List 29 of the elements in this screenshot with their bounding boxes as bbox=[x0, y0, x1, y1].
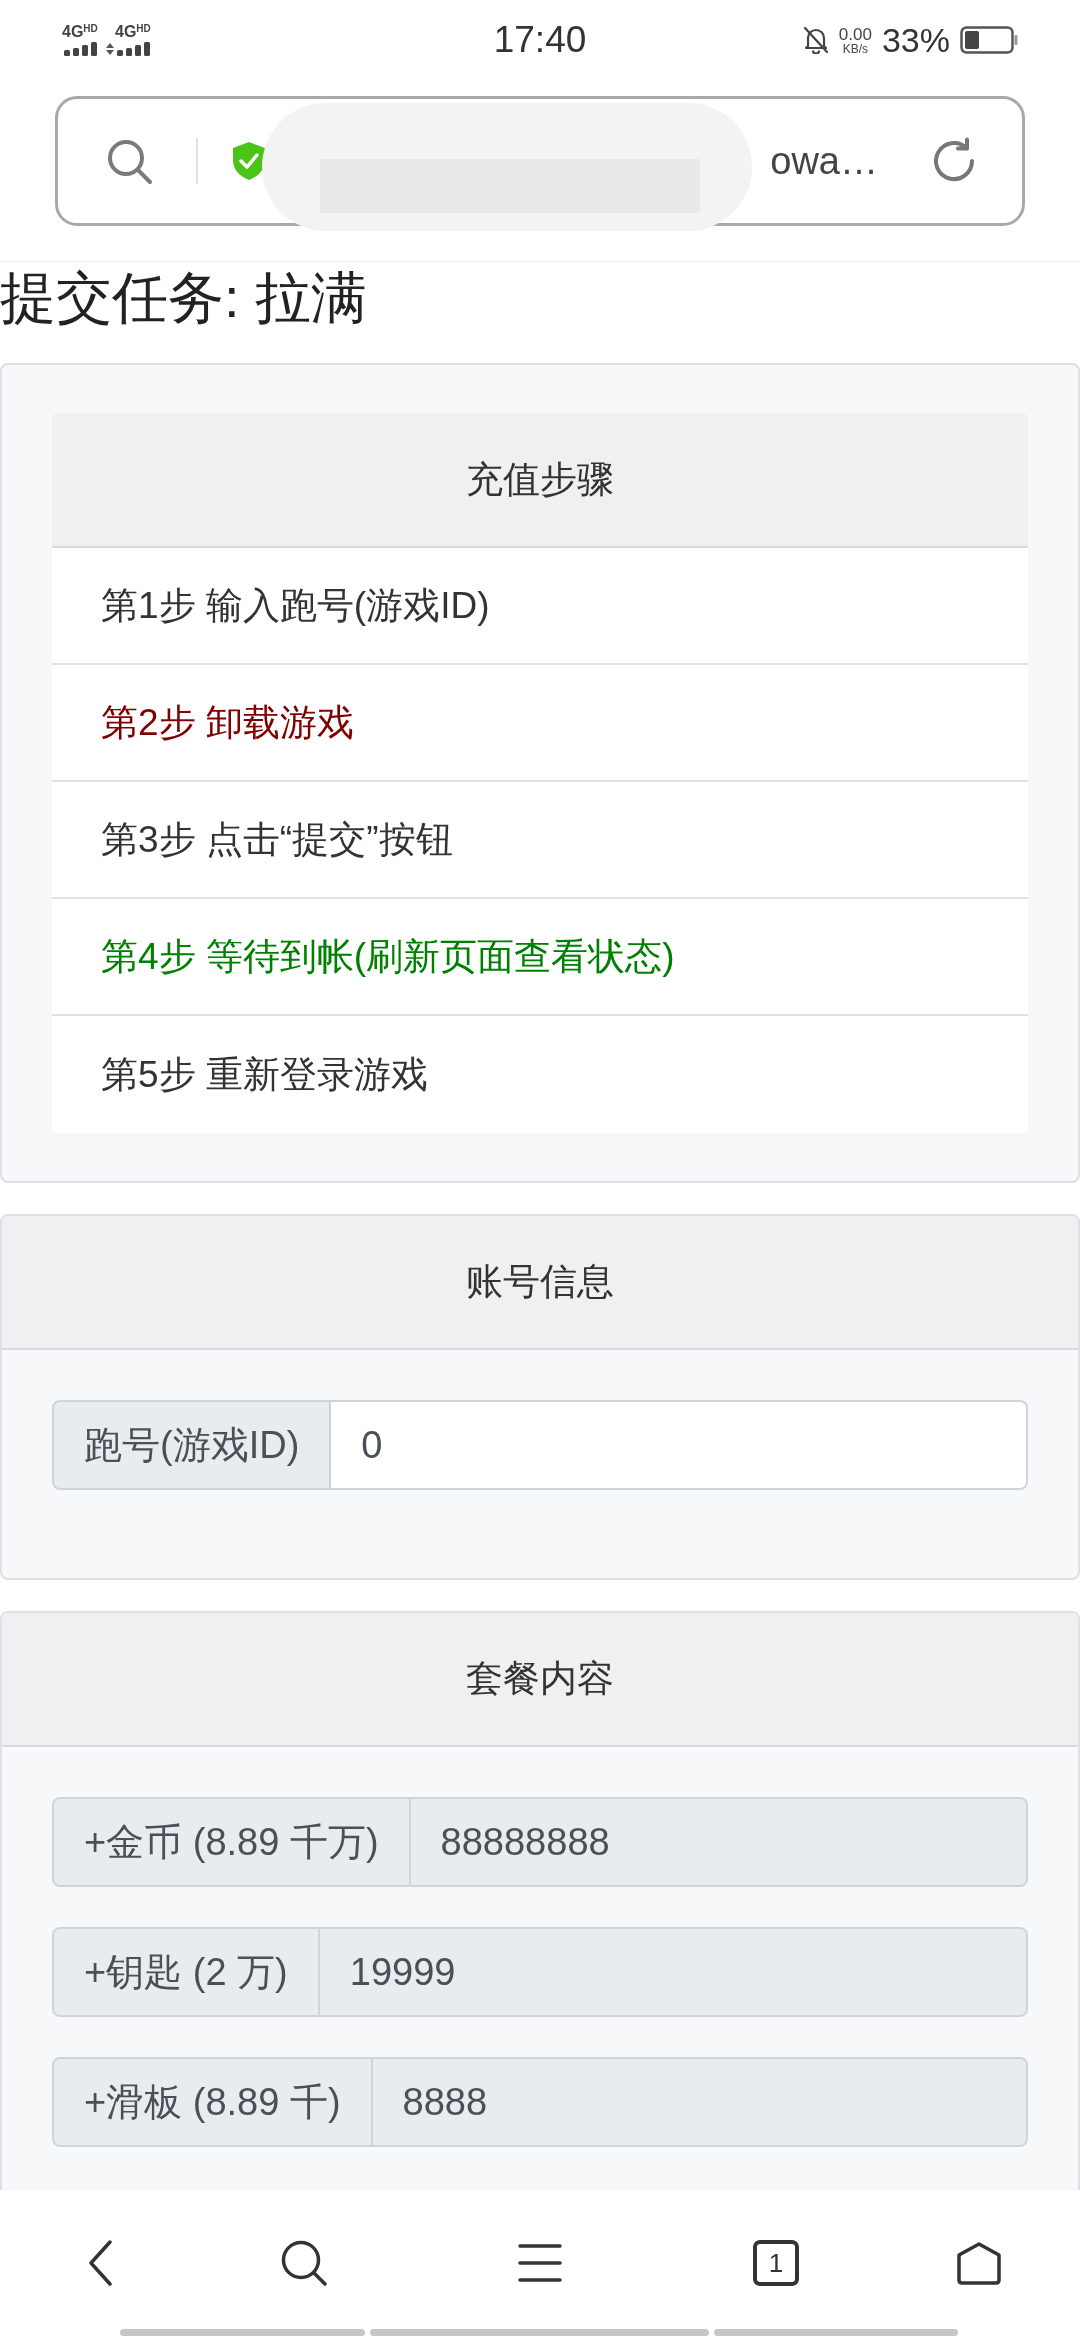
network-type-label: 4G bbox=[62, 24, 84, 40]
input-field[interactable]: 19999 bbox=[319, 1927, 1028, 2017]
network-type-label: 4G bbox=[115, 24, 137, 40]
tabs-button[interactable]: 1 bbox=[753, 2240, 799, 2286]
input-field[interactable]: 8888 bbox=[372, 2057, 1028, 2147]
panel-header: 账号信息 bbox=[2, 1216, 1078, 1350]
field-label: +滑板 (8.89 千) bbox=[52, 2057, 373, 2147]
battery-icon bbox=[960, 26, 1018, 54]
bell-off-icon bbox=[802, 26, 829, 54]
speed-unit: KB/s bbox=[842, 42, 869, 55]
field-label: +金币 (8.89 千万) bbox=[52, 1797, 411, 1887]
field-label: +钥匙 (2 万) bbox=[52, 1927, 320, 2017]
hd-label: HD bbox=[136, 24, 151, 34]
clock-time: 17:40 bbox=[493, 19, 587, 61]
field-label: 跑号(游戏ID) bbox=[52, 1400, 332, 1490]
back-icon[interactable] bbox=[89, 2240, 113, 2286]
input-field[interactable]: 88888888 bbox=[410, 1797, 1028, 1887]
search-icon[interactable] bbox=[280, 2239, 328, 2287]
page-title: 提交任务: 拉满 bbox=[0, 265, 369, 331]
panel-header: 套餐内容 bbox=[2, 1613, 1078, 1747]
shield-check-icon bbox=[231, 141, 267, 181]
panel-header: 充值步骤 bbox=[52, 413, 1028, 548]
input-field[interactable]: 0 bbox=[331, 1400, 1028, 1490]
home-icon[interactable] bbox=[956, 2240, 1002, 2286]
network-speed: 0.00 bbox=[838, 25, 872, 43]
url-text: owa… bbox=[770, 139, 878, 183]
menu-icon[interactable] bbox=[518, 2243, 562, 2283]
battery-percent: 33% bbox=[881, 20, 950, 60]
hd-label: HD bbox=[83, 24, 98, 34]
